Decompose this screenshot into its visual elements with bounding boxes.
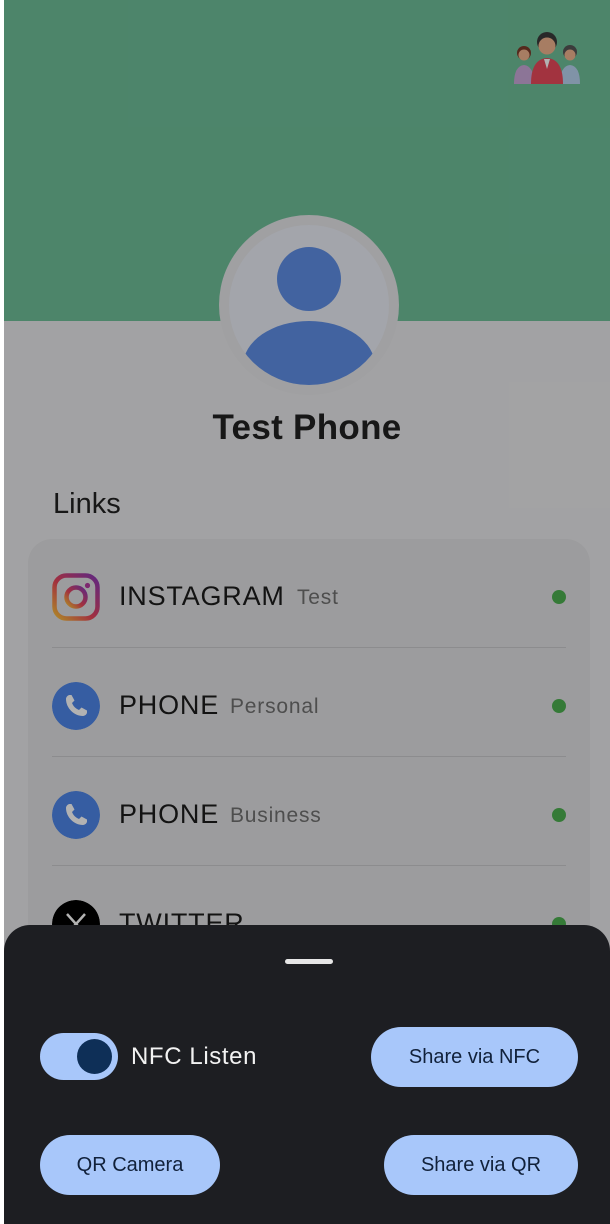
drag-handle[interactable] xyxy=(285,959,333,964)
nfc-listen-label: NFC Listen xyxy=(131,1043,258,1070)
qr-camera-button[interactable]: QR Camera xyxy=(40,1135,220,1195)
nfc-listen-toggle[interactable] xyxy=(40,1033,118,1080)
bottom-sheet: NFC Listen Share via NFC QR Camera Share… xyxy=(4,925,610,1224)
share-via-nfc-button[interactable]: Share via NFC xyxy=(371,1027,578,1087)
app-screen: Test Phone Links INSTAGRAM Test PHONE Pe… xyxy=(4,0,610,1224)
share-via-qr-button[interactable]: Share via QR xyxy=(384,1135,578,1195)
toggle-thumb xyxy=(77,1039,112,1074)
